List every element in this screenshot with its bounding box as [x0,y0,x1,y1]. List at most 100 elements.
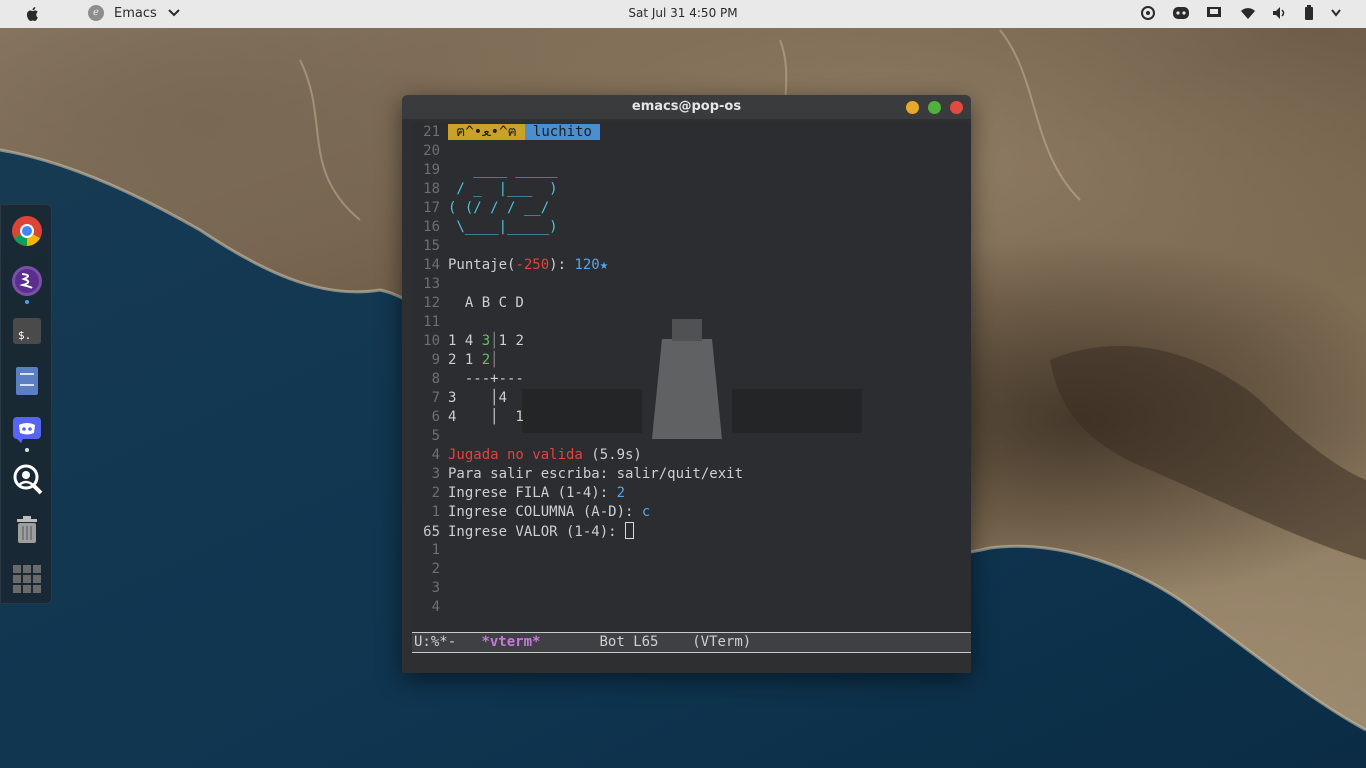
text-cursor[interactable] [625,522,635,539]
ascii-art-text: / _ |___ ) [448,181,558,197]
board-row-2: 9 2 1 2│ [412,351,971,370]
line-number: 1 [431,542,440,558]
running-indicator [25,300,29,304]
error-timing: (5.9s) [582,447,642,463]
score-line: 14 Puntaje(-250): 120★ [412,256,971,275]
buffer-position: Bot L65 [599,634,659,650]
row-prompt-line: 2 Ingrese FILA (1-4): 2 [412,484,971,503]
board-header-text: A B C D [448,295,524,311]
ascii-art-line: 17 ( (/ / / __/ [412,199,971,218]
files-icon[interactable] [11,365,43,397]
board-cells: 4 │ 1 [448,409,524,425]
line-number: 6 [431,409,440,425]
display-icon[interactable] [1206,6,1224,20]
board-divider: │ [490,333,499,349]
wifi-icon[interactable] [1240,6,1256,20]
line-number: 13 [423,276,440,292]
buffer-state: U:%*- [414,634,457,650]
chevron-down-icon[interactable] [1330,8,1342,18]
board-cell-highlight: 2 [481,352,491,368]
line-number: 19 [423,162,440,178]
exit-hint-text: Para salir escriba: salir/quit/exit [448,466,744,482]
line-number: 11 [423,314,440,330]
line-number: 8 [431,371,440,387]
top-bar: ℯ Emacs Sat Jul 31 4:50 PM [0,0,1366,28]
line-5: 5 [412,427,971,446]
window-title: emacs@pop-os [631,99,742,114]
line-number: 3 [431,466,440,482]
ascii-art-text: ____ _____ [448,162,558,178]
prompt-answer: 2 [616,485,626,501]
error-line: 4 Jugada no valida (5.9s) [412,446,971,465]
line-after-3: 3 [412,579,971,598]
ascii-art-line: 18 / _ |___ ) [412,180,971,199]
battery-icon[interactable] [1304,5,1314,21]
volume-icon[interactable] [1272,6,1288,20]
score-separator: ): [549,257,575,273]
line-number: 12 [423,295,440,311]
line-number: 7 [431,390,440,406]
trash-icon[interactable] [11,513,43,545]
board-row-3: 7 3 │4 [412,389,971,408]
system-tray [1140,5,1342,21]
ascii-art-line: 16 \____|_____) [412,218,971,237]
line-21: 21 ฅ^•ﻌ•^ฅ luchito [412,123,971,142]
mode-line[interactable]: U:%*- *vterm* Bot L65 (VTerm) [412,632,971,653]
prompt-label: Ingrese FILA (1-4): [448,485,617,501]
major-mode[interactable]: (VTerm) [692,634,751,650]
line-13: 13 [412,275,971,294]
chrome-icon[interactable] [11,215,43,247]
line-after-4: 4 [412,598,971,617]
emacs-window: emacs@pop-os 21 ฅ^•ﻌ•^ฅ luchito 20 19 ____… [402,95,971,673]
emacs-icon[interactable] [11,265,43,297]
line-11: 11 [412,313,971,332]
exit-hint-line: 3 Para salir escriba: salir/quit/exit [412,465,971,484]
prompt-answer: c [641,504,651,520]
header-tag-cat: ฅ^•ﻌ•^ฅ [448,124,525,140]
score-penalty: -250 [515,257,550,273]
board-row-1: 10 1 4 3│1 2 [412,332,971,351]
board-cells: 3 │4 [448,390,508,406]
svg-text:$.: $. [18,329,31,342]
board-cells: 1 2 [498,333,524,349]
terminal-icon[interactable]: $. [11,315,43,347]
line-number: 5 [431,428,440,444]
score-label: Puntaje( [448,257,516,273]
line-number: 21 [423,124,440,140]
board-cell-highlight: 3 [481,333,491,349]
board-separator: 8 ---+--- [412,370,971,389]
close-button[interactable] [950,101,963,114]
minibuffer[interactable] [412,653,971,671]
window-titlebar[interactable]: emacs@pop-os [402,95,971,119]
ascii-art-line: 19 ____ _____ [412,161,971,180]
maximize-button[interactable] [928,101,941,114]
line-number: 15 [423,238,440,254]
discord-icon[interactable] [1172,6,1190,20]
error-message: Jugada no valida [448,447,583,463]
header-tag-user: luchito [524,124,600,140]
line-number: 10 [423,333,440,349]
line-15: 15 [412,237,971,256]
buffer-name[interactable]: *vterm* [481,634,540,650]
board-cells: 2 1 [448,352,482,368]
line-number: 18 [423,181,440,197]
settings-icon[interactable] [1140,5,1156,21]
value-prompt-line[interactable]: 65 Ingrese VALOR (1-4): [412,522,971,541]
search-app-icon[interactable] [11,463,43,495]
prompt-label: Ingrese VALOR (1-4): [448,524,626,540]
line-after-2: 2 [412,560,971,579]
running-indicator [25,448,29,452]
board-divider: │ [490,352,499,368]
board-row-4: 6 4 │ 1 [412,408,971,427]
vterm-buffer[interactable]: 21 ฅ^•ﻌ•^ฅ luchito 20 19 ____ _____ 18 / _… [412,123,971,632]
apps-grid-icon[interactable] [11,563,43,595]
ascii-art-text: \____|_____) [448,219,558,235]
dock: $. [0,204,52,604]
line-number: 4 [431,447,440,463]
current-line-number: 65 [423,524,440,540]
line-20: 20 [412,142,971,161]
minimize-button[interactable] [906,101,919,114]
line-number: 2 [431,485,440,501]
board-separator-text: ---+--- [448,371,524,387]
discord-app-icon[interactable] [11,413,43,445]
